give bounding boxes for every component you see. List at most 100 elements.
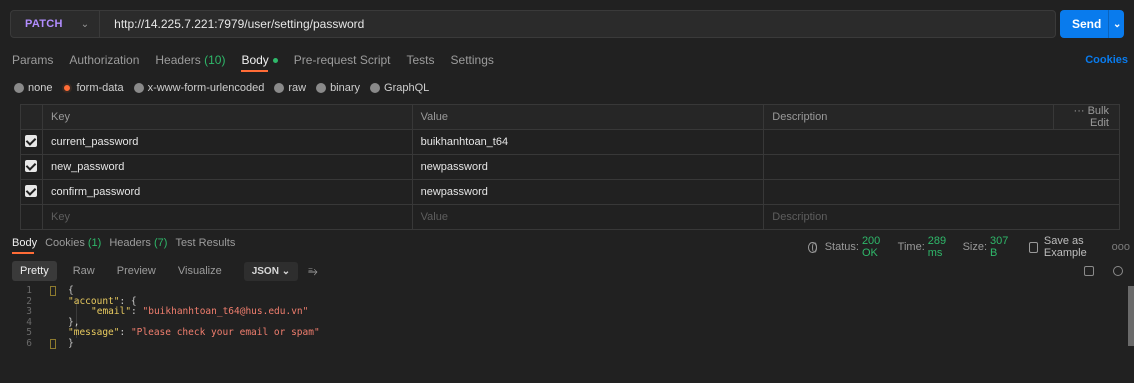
url-input[interactable]: http://14.225.7.221:7979/user/setting/pa…	[100, 17, 364, 31]
row-description[interactable]	[763, 154, 1120, 180]
row-value[interactable]: newpassword	[411, 179, 765, 205]
code-content: "email": "buikhanhtoan_t64@hus.edu.vn"	[68, 306, 308, 318]
json-punct: : {	[119, 295, 137, 307]
radio-circle	[316, 83, 327, 93]
json-punct: :	[119, 327, 131, 338]
format-select[interactable]: JSON ⌄	[243, 261, 299, 281]
column-header-value: Value	[411, 104, 765, 130]
radio-label: raw	[288, 82, 307, 94]
code-line: 5 "message": "Please check your email or…	[0, 327, 1126, 339]
fold-gutter	[38, 328, 68, 339]
view-pretty[interactable]: Pretty	[12, 261, 57, 281]
checkbox[interactable]	[25, 184, 38, 197]
response-tabs: Body Cookies (1) Headers (7) Test Result…	[12, 235, 1130, 259]
value-placeholder[interactable]: Value	[411, 204, 765, 230]
save-icon	[1029, 241, 1038, 253]
tab-params[interactable]: Params	[12, 53, 53, 67]
table-header-row: Key Value Description ··· Bulk Edit	[20, 104, 1120, 130]
fold-marker-icon	[50, 286, 56, 296]
fold-gutter[interactable]	[38, 286, 68, 297]
tab-authorization[interactable]: Authorization	[69, 53, 139, 67]
row-checkbox-cell	[20, 154, 43, 180]
radio-binary[interactable]: binary	[316, 82, 360, 94]
response-tab-headers[interactable]: Headers (7)	[109, 237, 167, 249]
view-preview[interactable]: Preview	[117, 265, 156, 277]
send-label: Send	[1072, 17, 1102, 31]
radio-x-www-form-urlencoded[interactable]: x-www-form-urlencoded	[133, 82, 264, 94]
copy-icon[interactable]	[1084, 266, 1094, 276]
view-raw[interactable]: Raw	[73, 265, 95, 277]
tab-headers[interactable]: Headers (10)	[155, 53, 225, 67]
chevron-down-icon: ⌄	[281, 265, 291, 277]
row-key[interactable]: confirm_password	[41, 179, 413, 205]
tab-tests[interactable]: Tests	[407, 53, 435, 67]
tab-prerequest-script[interactable]: Pre-request Script	[294, 53, 391, 67]
key-placeholder[interactable]: Key	[41, 204, 413, 230]
checkbox[interactable]	[25, 159, 38, 172]
request-tabs: Params Authorization Headers (10) Body P…	[12, 50, 1128, 72]
view-visualize[interactable]: Visualize	[178, 265, 222, 277]
save-as-example-button[interactable]: Save as Example	[1029, 235, 1105, 259]
fold-gutter	[38, 297, 68, 308]
chevron-down-icon[interactable]: ⌄	[1109, 19, 1121, 30]
column-header-key: Key	[41, 104, 413, 130]
status-label: Status:	[824, 241, 859, 253]
more-options-icon[interactable]: ooo	[1112, 241, 1130, 253]
radio-none[interactable]: none	[14, 82, 52, 94]
status-value[interactable]: 200 OK	[862, 235, 890, 259]
response-tab-body[interactable]: Body	[12, 237, 37, 254]
row-description[interactable]	[763, 129, 1120, 155]
table-row: new_password newpassword	[20, 154, 1120, 180]
send-button[interactable]: Send ⌄	[1060, 10, 1124, 38]
vertical-scrollbar[interactable]	[1128, 286, 1134, 346]
row-value[interactable]: buikhanhtoan_t64	[411, 129, 765, 155]
row-checkbox-cell	[20, 129, 43, 155]
radio-label: binary	[330, 82, 361, 94]
line-number: 1	[26, 285, 32, 296]
radio-circle	[274, 83, 285, 93]
radio-label: form-data	[76, 82, 124, 94]
response-status: Status: 200 OK Time: 289 ms Size: 307 B …	[808, 235, 1130, 259]
code-line: 6 }	[0, 337, 1126, 350]
radio-circle	[370, 83, 381, 93]
header-checkbox-cell	[20, 104, 43, 130]
cookies-link[interactable]: Cookies	[1085, 54, 1128, 66]
checkbox[interactable]	[25, 134, 38, 147]
description-placeholder[interactable]: Description	[763, 204, 1120, 230]
cookies-count: (1)	[87, 237, 102, 249]
method-select[interactable]: PATCH ⌄	[11, 11, 101, 37]
row-checkbox-cell	[20, 179, 43, 205]
size-value[interactable]: 307 B	[990, 235, 1011, 259]
line-number: 4	[26, 316, 32, 328]
response-tab-test-results[interactable]: Test Results	[175, 237, 235, 249]
search-icon[interactable]	[1113, 266, 1123, 276]
code-line: 1 {	[0, 285, 1126, 297]
bulk-edit-button[interactable]: ··· Bulk Edit	[1053, 104, 1120, 130]
radio-form-data[interactable]: form-data	[62, 82, 124, 94]
radio-circle	[14, 83, 24, 93]
time-value[interactable]: 289 ms	[928, 235, 955, 259]
row-description[interactable]	[763, 179, 1120, 205]
fold-gutter	[38, 318, 68, 329]
time-label: Time:	[897, 241, 925, 253]
tab-settings[interactable]: Settings	[451, 53, 494, 67]
tab-body[interactable]: Body	[241, 53, 278, 72]
row-key[interactable]: current_password	[41, 129, 413, 155]
radio-graphql[interactable]: GraphQL	[370, 82, 429, 94]
radio-label: GraphQL	[384, 82, 430, 94]
line-number: 2	[26, 295, 32, 307]
code-content: "message": "Please check your email or s…	[68, 327, 320, 339]
save-as-example-label: Save as Example	[1043, 235, 1087, 259]
response-body-code[interactable]: 1 { 2 "account": { 3 "email": "buikhanht…	[0, 285, 1126, 378]
wrap-lines-icon[interactable]: ⥱	[308, 264, 318, 279]
row-key[interactable]: new_password	[41, 154, 413, 180]
method-label: PATCH	[25, 18, 63, 30]
code-text: }	[68, 337, 74, 349]
response-tab-cookies[interactable]: Cookies (1)	[45, 237, 101, 249]
tab-label: Cookies	[45, 237, 85, 249]
globe-icon[interactable]	[808, 241, 817, 253]
radio-raw[interactable]: raw	[274, 82, 306, 94]
fold-gutter[interactable]	[38, 338, 68, 350]
row-value[interactable]: newpassword	[411, 154, 765, 180]
url-bar: PATCH ⌄ http://14.225.7.221:7979/user/se…	[10, 10, 1056, 38]
